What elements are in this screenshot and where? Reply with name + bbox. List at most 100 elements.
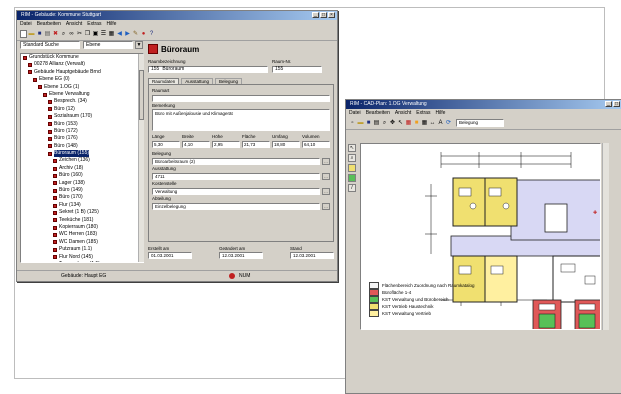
cost-center-combo[interactable]: Verwaltung xyxy=(152,188,320,195)
tree-item[interactable]: Büro (170) xyxy=(21,194,143,201)
office-room-1[interactable] xyxy=(453,178,485,226)
equipment-combo[interactable]: 4711 xyxy=(152,173,320,180)
stair-core[interactable] xyxy=(545,204,567,232)
back-arrow-icon[interactable]: ◀ xyxy=(116,31,123,38)
help-icon[interactable]: ? xyxy=(148,31,155,38)
cad-print-icon[interactable]: ▤ xyxy=(373,120,380,127)
object-tree[interactable]: Grundstück Kommune00278 Allianz (Verwalt… xyxy=(20,53,144,263)
tree-item[interactable]: Ebene 1.OG (1) xyxy=(21,84,143,91)
room-type-field[interactable] xyxy=(152,95,330,102)
office-room-2[interactable] xyxy=(485,178,517,226)
cad-pan-icon[interactable]: ✥ xyxy=(389,120,396,127)
cad-grid-icon[interactable]: ▦ xyxy=(421,120,428,127)
tree-item[interactable]: Flur Nord (145) xyxy=(21,254,143,261)
paste-icon[interactable]: ▣ xyxy=(92,31,99,38)
side-zoom-icon[interactable]: ⌕ xyxy=(348,154,356,162)
maximize-icon[interactable]: □ xyxy=(320,12,327,18)
tree-item[interactable]: Büro (149) xyxy=(21,187,143,194)
layer-combo[interactable]: Belegung xyxy=(456,119,504,127)
close-icon[interactable]: × xyxy=(328,12,335,18)
room-name-field[interactable]: 155 Büroraum xyxy=(148,66,268,73)
tree-item[interactable]: Büro (176) xyxy=(21,135,143,142)
tree-item[interactable]: WC Damen (185) xyxy=(21,239,143,246)
pencil-icon[interactable]: ✎ xyxy=(132,31,139,38)
cad-minimize-icon[interactable]: _ xyxy=(605,101,612,107)
cad-menu-edit[interactable]: Bearbeiten xyxy=(366,109,390,117)
cad-color-icon[interactable]: ■ xyxy=(413,120,420,127)
tree-item[interactable]: Gebäude Hauptgebäude Brnd xyxy=(21,69,143,76)
cad-menu-extras[interactable]: Extras xyxy=(416,109,430,117)
dimension-field[interactable]: 64,10 xyxy=(302,141,330,148)
tree-item[interactable]: Ebene Verwaltung xyxy=(21,91,143,98)
cad-text-icon[interactable]: A xyxy=(437,120,444,127)
menu-edit[interactable]: Bearbeiten xyxy=(37,20,61,28)
tree-item[interactable]: Lager (138) xyxy=(21,180,143,187)
tree-item[interactable]: Kopierraum (180) xyxy=(21,224,143,231)
binoculars-icon[interactable]: ∞ xyxy=(68,31,75,38)
cad-maximize-icon[interactable]: □ xyxy=(613,101,620,107)
tree-item[interactable]: Grundstück Kommune xyxy=(21,54,143,61)
tree-item[interactable]: Ebene EG (0) xyxy=(21,76,143,83)
save-icon[interactable]: ■ xyxy=(36,31,43,38)
tree-item[interactable]: Büro (153) xyxy=(21,121,143,128)
side-line-icon[interactable]: / xyxy=(348,184,356,192)
grid-icon[interactable]: ▦ xyxy=(108,31,115,38)
cad-canvas[interactable]: ✚ Flächenbereich Zuordnung nach Raumkata… xyxy=(360,143,601,330)
side-arrow-icon[interactable]: ↖ xyxy=(348,144,356,152)
dimension-field[interactable]: 4,10 xyxy=(182,141,210,148)
tree-item[interactable]: Archiv (18) xyxy=(21,165,143,172)
tree-item[interactable]: Treppenhaus (1.5) xyxy=(21,261,143,263)
dimension-field[interactable]: 21,73 xyxy=(242,141,270,148)
tree-item[interactable]: 00278 Allianz (Verwalt) xyxy=(21,61,143,68)
tree-item[interactable]: Putzraum (1.1) xyxy=(21,246,143,253)
scope-combo[interactable]: Ebene xyxy=(83,41,133,49)
tree-item[interactable]: Büro (160) xyxy=(21,172,143,179)
new-icon[interactable] xyxy=(20,30,27,38)
equipment-browse-icon[interactable]: … xyxy=(322,173,330,180)
tree-item[interactable]: Sozialraum (170) xyxy=(21,113,143,120)
tree-item[interactable]: Büro (12) xyxy=(21,106,143,113)
cad-menu-view[interactable]: Ansicht xyxy=(395,109,411,117)
search-icon[interactable]: ⌕ xyxy=(60,31,67,38)
menu-extras[interactable]: Extras xyxy=(87,20,101,28)
department-combo[interactable]: Einzelbelegung xyxy=(152,203,320,210)
stop-icon[interactable]: ● xyxy=(140,31,147,38)
cad-zoom-icon[interactable]: ⌕ xyxy=(381,120,388,127)
tree-scrollbar-thumb[interactable] xyxy=(139,70,144,120)
list-icon[interactable]: ☰ xyxy=(100,31,107,38)
forward-arrow-icon[interactable]: ▶ xyxy=(124,31,131,38)
side-rect-icon[interactable] xyxy=(348,164,356,172)
cad-menu-file[interactable]: Datei xyxy=(349,109,361,117)
menu-view[interactable]: Ansicht xyxy=(66,20,82,28)
tree-item[interactable]: Teeküche (181) xyxy=(21,217,143,224)
remark-memo[interactable]: Büro mit Außenjalousie und Klimagerät xyxy=(152,109,330,131)
tree-item[interactable]: Büro (172) xyxy=(21,128,143,135)
tree-item[interactable]: Sekret (1 B) (125) xyxy=(21,209,143,216)
dimension-field[interactable]: 18,80 xyxy=(272,141,300,148)
tree-item[interactable]: Büro (148) xyxy=(21,143,143,150)
sub-room-7[interactable] xyxy=(579,314,595,328)
cad-vscrollbar[interactable] xyxy=(602,143,609,330)
cad-save-icon[interactable]: ■ xyxy=(365,120,372,127)
sub-room-6[interactable] xyxy=(539,314,555,328)
tree-scrollbar[interactable] xyxy=(138,54,144,262)
tree-item[interactable]: Besprech. (34) xyxy=(21,98,143,105)
tree-item[interactable]: Zeichen (136) xyxy=(21,157,143,164)
cad-new-icon[interactable]: ▫ xyxy=(349,120,356,127)
occupancy-combo[interactable]: Büroarbeitsraum (2) xyxy=(152,158,320,165)
print-icon[interactable]: ▤ xyxy=(44,31,51,38)
dimension-field[interactable]: 5,30 xyxy=(152,141,180,148)
side-hatch-icon[interactable] xyxy=(348,174,356,182)
cad-layer-icon[interactable]: ▦ xyxy=(405,120,412,127)
tree-item[interactable]: Flur (134) xyxy=(21,202,143,209)
menu-file[interactable]: Datei xyxy=(20,20,32,28)
filter-dropdown-icon[interactable]: ▼ xyxy=(135,41,143,49)
tree-item[interactable]: Büroraum (155) xyxy=(21,150,143,157)
cad-menu-help[interactable]: Hilfe xyxy=(435,109,445,117)
room-nr-field[interactable]: 155 xyxy=(272,66,322,73)
open-folder-icon[interactable]: ▬ xyxy=(28,31,35,38)
menu-help[interactable]: Hilfe xyxy=(106,20,116,28)
occupancy-browse-icon[interactable]: … xyxy=(322,158,330,165)
copy-icon[interactable]: ❐ xyxy=(84,31,91,38)
department-browse-icon[interactable]: … xyxy=(322,203,330,210)
